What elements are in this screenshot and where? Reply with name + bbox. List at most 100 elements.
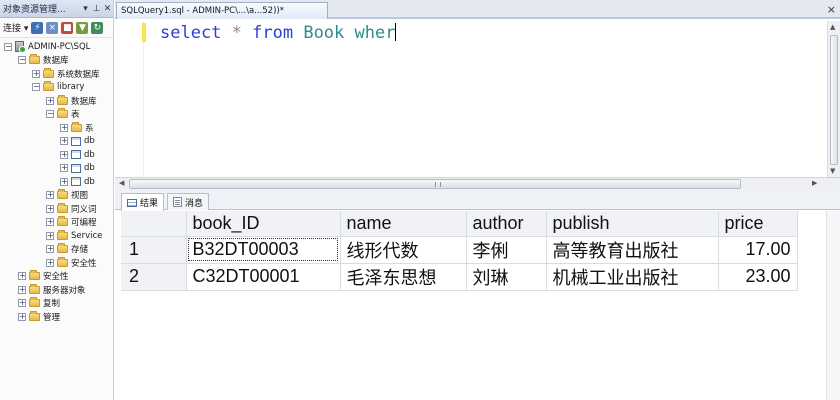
expand-icon[interactable]: + (46, 258, 54, 267)
document-tab-strip: SQLQuery1.sql - ADMIN-PC\...\a...52))* × (115, 0, 840, 19)
tree-node[interactable]: + 服务器对象 (0, 283, 113, 297)
row-number[interactable]: 1 (121, 236, 187, 264)
refresh-icon[interactable]: ↻ (91, 21, 104, 34)
results-vertical-scrollbar[interactable] (826, 211, 840, 400)
collapse-icon[interactable]: − (4, 42, 12, 51)
column-header[interactable]: publish (546, 211, 719, 237)
tab-results[interactable]: 结果 (121, 193, 165, 211)
tree-node[interactable]: − ADMIN-PC\SQL (0, 40, 113, 54)
tree-node[interactable]: + 同义词 (0, 202, 113, 216)
grid-icon (127, 198, 137, 207)
tree-node[interactable]: + 复制 (0, 297, 113, 311)
expand-icon[interactable]: + (18, 299, 26, 308)
table-row[interactable]: 2 C32DT00001 毛泽东思想 刘琳 机械工业出版社 23.00 (121, 263, 798, 291)
table-cell[interactable]: C32DT00001 (186, 263, 341, 291)
connect-object-icon[interactable]: ⚡ (31, 21, 44, 34)
editor-vertical-scrollbar[interactable]: ▲ ▼ (827, 21, 840, 177)
table-cell[interactable]: 刘琳 (466, 263, 547, 291)
expand-icon[interactable]: + (60, 123, 68, 132)
tree-node-label: 数据库 (71, 96, 97, 107)
expand-icon[interactable]: + (60, 137, 68, 146)
tree-node[interactable]: + 安全性 (0, 256, 113, 270)
disconnect-icon[interactable]: × (46, 21, 59, 34)
tree-node[interactable]: + 管理 (0, 310, 113, 324)
expand-icon[interactable]: + (60, 164, 68, 173)
folder-icon (29, 270, 40, 281)
tree-node-label: 同义词 (71, 204, 97, 215)
query-editor[interactable]: select * from Book wher (115, 21, 827, 177)
expand-icon[interactable]: + (32, 69, 40, 78)
tab-messages[interactable]: 消息 (167, 193, 210, 210)
table-cell[interactable]: 机械工业出版社 (546, 263, 719, 291)
folder-icon (29, 283, 40, 294)
folder-icon (43, 81, 54, 92)
table-row[interactable]: 1 B32DT00003 线形代数 李俐 高等教育出版社 17.00 (121, 236, 798, 264)
table-cell[interactable]: 线形代数 (340, 236, 467, 264)
table-cell[interactable]: 23.00 (718, 263, 798, 291)
table-cell[interactable]: 高等教育出版社 (546, 236, 719, 264)
tree-node[interactable]: + 存储 (0, 243, 113, 257)
expand-icon[interactable]: + (60, 177, 68, 186)
expand-icon[interactable]: + (46, 231, 54, 240)
tree-node[interactable]: + db (0, 175, 113, 189)
column-header[interactable]: author (466, 211, 547, 237)
column-header[interactable]: name (340, 211, 467, 237)
close-document-icon[interactable]: × (827, 3, 836, 16)
tree-node[interactable]: + 安全性 (0, 270, 113, 284)
column-header[interactable]: price (718, 211, 798, 237)
pin-dropdown-icon[interactable]: ▾ (80, 4, 91, 14)
row-number-header[interactable] (121, 211, 187, 237)
scroll-right-icon[interactable]: ▶ (812, 179, 817, 187)
editor-vertical-scroll-thumb[interactable] (830, 35, 838, 165)
results-tab-strip: 结果 消息 (115, 190, 840, 211)
tree-node[interactable]: + db (0, 135, 113, 149)
tree-node[interactable]: + Service (0, 229, 113, 243)
collapse-icon[interactable]: − (32, 83, 40, 92)
tree-node[interactable]: + 视图 (0, 189, 113, 203)
table-cell[interactable]: B32DT00003 (186, 236, 341, 264)
expand-icon[interactable]: + (46, 96, 54, 105)
column-header[interactable]: book_ID (186, 211, 341, 237)
tree-node[interactable]: + 数据库 (0, 94, 113, 108)
editor-horizontal-scroll-thumb[interactable] (129, 179, 741, 189)
tree-node[interactable]: + 可编程 (0, 216, 113, 230)
table-cell[interactable]: 17.00 (718, 236, 798, 264)
table-cell[interactable]: 毛泽东思想 (340, 263, 467, 291)
stop-icon[interactable]: ■ (61, 21, 74, 34)
collapse-icon[interactable]: − (18, 56, 26, 65)
connect-button[interactable]: 连接 ▾ (3, 21, 28, 34)
tree-node[interactable]: − library (0, 81, 113, 95)
close-icon[interactable]: ✕ (102, 4, 113, 14)
tree-node[interactable]: − 数据库 (0, 54, 113, 68)
expand-icon[interactable]: + (60, 150, 68, 159)
tree-node[interactable]: + 系统数据库 (0, 67, 113, 81)
row-number[interactable]: 2 (121, 263, 187, 291)
results-header-row: book_ID name author publish price (121, 211, 798, 237)
expand-icon[interactable]: + (18, 312, 26, 321)
expand-icon[interactable]: + (46, 204, 54, 213)
query-text[interactable]: select * from Book wher (160, 23, 397, 43)
pin-icon[interactable]: ⊥ (91, 4, 102, 14)
expand-icon[interactable]: + (18, 272, 26, 281)
collapse-icon[interactable]: − (46, 110, 54, 119)
tab-sqlquery1[interactable]: SQLQuery1.sql - ADMIN-PC\...\a...52))* (116, 2, 328, 19)
tree-node[interactable]: − 表 (0, 108, 113, 122)
expand-icon[interactable]: + (46, 218, 54, 227)
table-cell[interactable]: 李俐 (466, 236, 547, 264)
editor-horizontal-scrollbar[interactable]: ◀ ▶ (115, 177, 840, 190)
expand-icon[interactable]: + (46, 191, 54, 200)
scroll-up-icon[interactable]: ▲ (830, 23, 835, 31)
folder-icon (57, 229, 68, 240)
table-icon (71, 136, 81, 146)
expand-icon[interactable]: + (46, 245, 54, 254)
object-explorer-panel: 对象资源管理... ▾ ⊥ ✕ 连接 ▾ ⚡ × ■ ▼ ↻ − ADMIN-PC… (0, 0, 114, 400)
scroll-left-icon[interactable]: ◀ (119, 179, 124, 187)
tree-node[interactable]: + db (0, 162, 113, 176)
change-tracking-bar (142, 23, 146, 42)
tree-node[interactable]: + db (0, 148, 113, 162)
filter-icon[interactable]: ▼ (76, 21, 89, 34)
expand-icon[interactable]: + (18, 285, 26, 294)
tree-node[interactable]: + 系 (0, 121, 113, 135)
tree-node-label: library (57, 82, 85, 93)
scroll-down-icon[interactable]: ▼ (830, 167, 835, 175)
